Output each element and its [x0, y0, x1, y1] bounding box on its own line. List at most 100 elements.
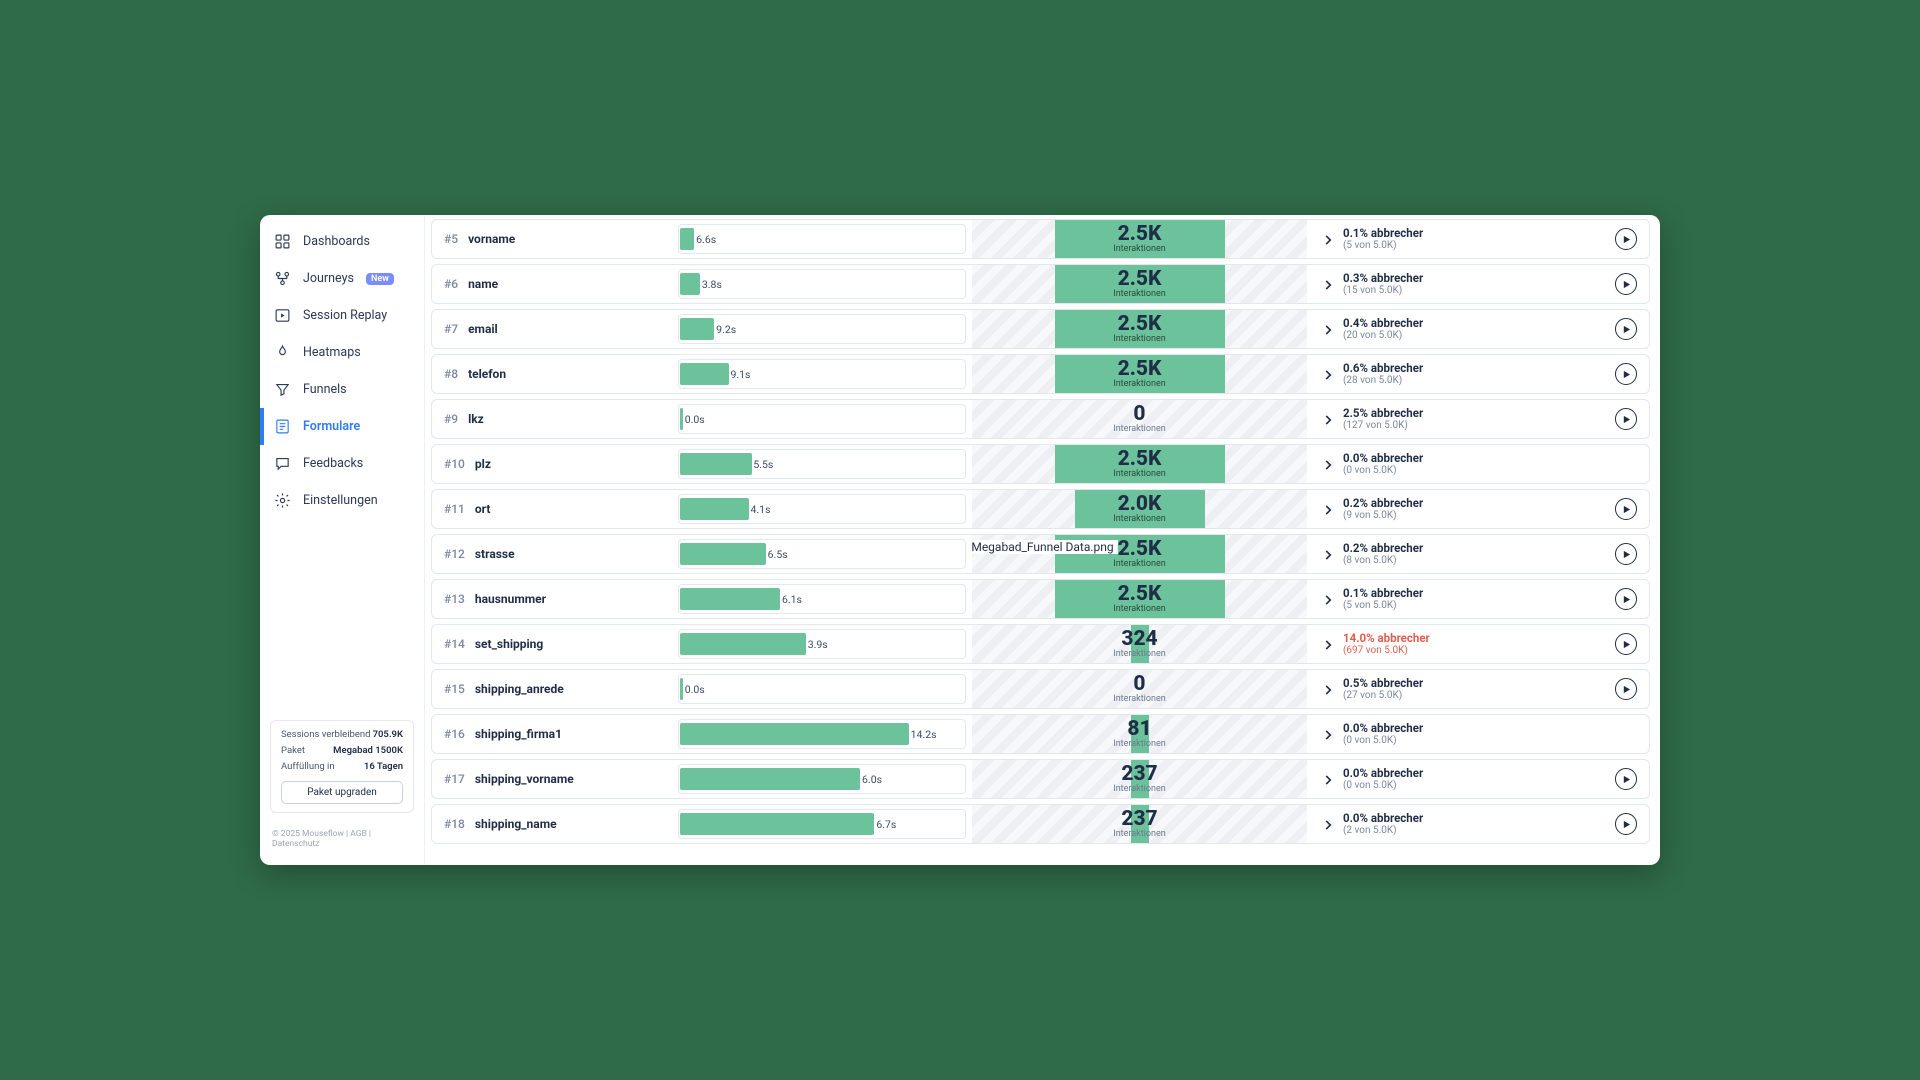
time-value: 4.1s — [751, 503, 771, 516]
row-label: #14 set_shipping — [432, 625, 672, 663]
upgrade-button[interactable]: Paket upgraden — [281, 781, 403, 804]
sidebar-item-label: Feedbacks — [303, 456, 363, 471]
abbrecher-detail: (20 von 5.0K) — [1343, 330, 1423, 343]
interactions-cell: 81Interaktionen — [972, 715, 1307, 753]
sidebar-item-formulare[interactable]: Formulare — [260, 408, 424, 445]
abbrecher-cell[interactable]: 0.1% abbrecher (5 von 5.0K) — [1307, 580, 1603, 618]
play-button[interactable] — [1615, 408, 1637, 430]
usage-box: Sessions verbleibend705.9K PaketMegabad … — [270, 720, 414, 813]
time-cell: 4.1s — [672, 490, 972, 528]
chevron-right-icon — [1321, 727, 1335, 741]
sidebar-item-funnels[interactable]: Funnels — [260, 371, 424, 408]
abbrecher-cell[interactable]: 0.2% abbrecher (8 von 5.0K) — [1307, 535, 1603, 573]
row-label: #11 ort — [432, 490, 672, 528]
interactions-cell: 2.0KInteraktionen — [972, 490, 1307, 528]
time-value: 6.7s — [876, 818, 896, 831]
play-button[interactable] — [1615, 633, 1637, 655]
abbrecher-detail: (9 von 5.0K) — [1343, 510, 1423, 523]
abbrecher-detail: (2 von 5.0K) — [1343, 825, 1423, 838]
interaction-badge: 2.5KInteraktionen — [1055, 220, 1225, 258]
interaction-sublabel: Interaktionen — [1113, 695, 1165, 704]
interactions-cell: 2.5KInteraktionen — [972, 580, 1307, 618]
interaction-sublabel: Interaktionen — [1113, 560, 1165, 569]
row-label: #16 shipping_firma1 — [432, 715, 672, 753]
abbrecher-percent: 0.6% abbrecher — [1343, 361, 1423, 375]
replay-icon — [274, 307, 291, 324]
interaction-count: 2.5K — [1118, 449, 1162, 470]
time-cell: 0.0s — [672, 400, 972, 438]
chevron-right-icon — [1321, 232, 1335, 246]
abbrecher-cell[interactable]: 0.1% abbrecher (5 von 5.0K) — [1307, 220, 1603, 258]
play-button[interactable] — [1615, 678, 1637, 700]
play-cell — [1603, 760, 1649, 798]
sidebar-item-einstellungen[interactable]: Einstellungen — [260, 482, 424, 519]
play-button[interactable] — [1615, 228, 1637, 250]
time-cell: 6.0s — [672, 760, 972, 798]
usage-paket-label: Paket — [281, 745, 305, 756]
abbrecher-cell[interactable]: 0.2% abbrecher (9 von 5.0K) — [1307, 490, 1603, 528]
abbrecher-cell[interactable]: 0.4% abbrecher (20 von 5.0K) — [1307, 310, 1603, 348]
abbrecher-cell[interactable]: 0.0% abbrecher (2 von 5.0K) — [1307, 805, 1603, 843]
play-button[interactable] — [1615, 273, 1637, 295]
sidebar-item-heatmaps[interactable]: Heatmaps — [260, 334, 424, 371]
abbrecher-cell[interactable]: 0.0% abbrecher (0 von 5.0K) — [1307, 715, 1603, 753]
form-field-row: #7 email 9.2s 2.5KInteraktionen 0.4% abb… — [431, 309, 1650, 349]
play-cell — [1603, 805, 1649, 843]
row-index: #11 — [444, 502, 465, 516]
time-cell: 9.2s — [672, 310, 972, 348]
abbrecher-cell[interactable]: 0.5% abbrecher (27 von 5.0K) — [1307, 670, 1603, 708]
abbrecher-cell[interactable]: 0.0% abbrecher (0 von 5.0K) — [1307, 445, 1603, 483]
interactions-cell: 0Interaktionen — [972, 670, 1307, 708]
interaction-count: 81 — [1127, 719, 1151, 740]
row-index: #8 — [444, 367, 458, 381]
interactions-cell: 324Interaktionen — [972, 625, 1307, 663]
interaction-sublabel: Interaktionen — [1113, 605, 1165, 614]
interactions-cell: 237Interaktionen — [972, 760, 1307, 798]
play-button[interactable] — [1615, 363, 1637, 385]
time-cell: 5.5s — [672, 445, 972, 483]
abbrecher-detail: (0 von 5.0K) — [1343, 735, 1423, 748]
interaction-badge: 2.5KInteraktionen — [1055, 445, 1225, 483]
row-field-name: shipping_vorname — [475, 772, 574, 786]
abbrecher-cell[interactable]: 2.5% abbrecher (127 von 5.0K) — [1307, 400, 1603, 438]
play-button[interactable] — [1615, 588, 1637, 610]
time-bar: 6.7s — [678, 809, 966, 839]
play-button[interactable] — [1615, 813, 1637, 835]
time-cell: 6.7s — [672, 805, 972, 843]
sidebar-item-feedbacks[interactable]: Feedbacks — [260, 445, 424, 482]
interaction-badge: 2.5KInteraktionen — [1055, 310, 1225, 348]
play-button[interactable] — [1615, 498, 1637, 520]
form-field-row: #8 telefon 9.1s 2.5KInteraktionen 0.6% a… — [431, 354, 1650, 394]
play-button[interactable] — [1615, 543, 1637, 565]
file-caption: Megabad_Funnel Data.png — [967, 540, 1117, 554]
sidebar-item-label: Session Replay — [303, 308, 387, 323]
abbrecher-cell[interactable]: 0.3% abbrecher (15 von 5.0K) — [1307, 265, 1603, 303]
interaction-badge: 0Interaktionen — [1113, 400, 1165, 438]
chevron-right-icon — [1321, 277, 1335, 291]
abbrecher-cell[interactable]: 14.0% abbrecher (697 von 5.0K) — [1307, 625, 1603, 663]
interaction-count: 2.0K — [1118, 494, 1162, 515]
sidebar-item-label: Journeys — [303, 271, 354, 286]
time-value: 6.5s — [768, 548, 788, 561]
sidebar-item-dashboards[interactable]: Dashboards — [260, 223, 424, 260]
interaction-sublabel: Interaktionen — [1113, 515, 1165, 524]
chevron-right-icon — [1321, 772, 1335, 786]
time-bar: 6.1s — [678, 584, 966, 614]
form-field-row: #17 shipping_vorname 6.0s 237Interaktion… — [431, 759, 1650, 799]
form-field-row: #18 shipping_name 6.7s 237Interaktionen … — [431, 804, 1650, 844]
play-button[interactable] — [1615, 318, 1637, 340]
interaction-count: 324 — [1121, 629, 1157, 650]
sidebar-item-session-replay[interactable]: Session Replay — [260, 297, 424, 334]
sidebar-item-journeys[interactable]: JourneysNew — [260, 260, 424, 297]
abbrecher-detail: (8 von 5.0K) — [1343, 555, 1423, 568]
time-bar: 3.8s — [678, 269, 966, 299]
play-button[interactable] — [1615, 768, 1637, 790]
row-label: #12 strasse — [432, 535, 672, 573]
interactions-cell: 2.5KInteraktionen — [972, 310, 1307, 348]
abbrecher-cell[interactable]: 0.0% abbrecher (0 von 5.0K) — [1307, 760, 1603, 798]
chevron-right-icon — [1321, 367, 1335, 381]
sidebar-item-label: Funnels — [303, 382, 347, 397]
footer-links[interactable]: © 2025 Mouseflow | AGB | Datenschutz — [260, 821, 424, 857]
abbrecher-detail: (5 von 5.0K) — [1343, 600, 1423, 613]
abbrecher-cell[interactable]: 0.6% abbrecher (28 von 5.0K) — [1307, 355, 1603, 393]
